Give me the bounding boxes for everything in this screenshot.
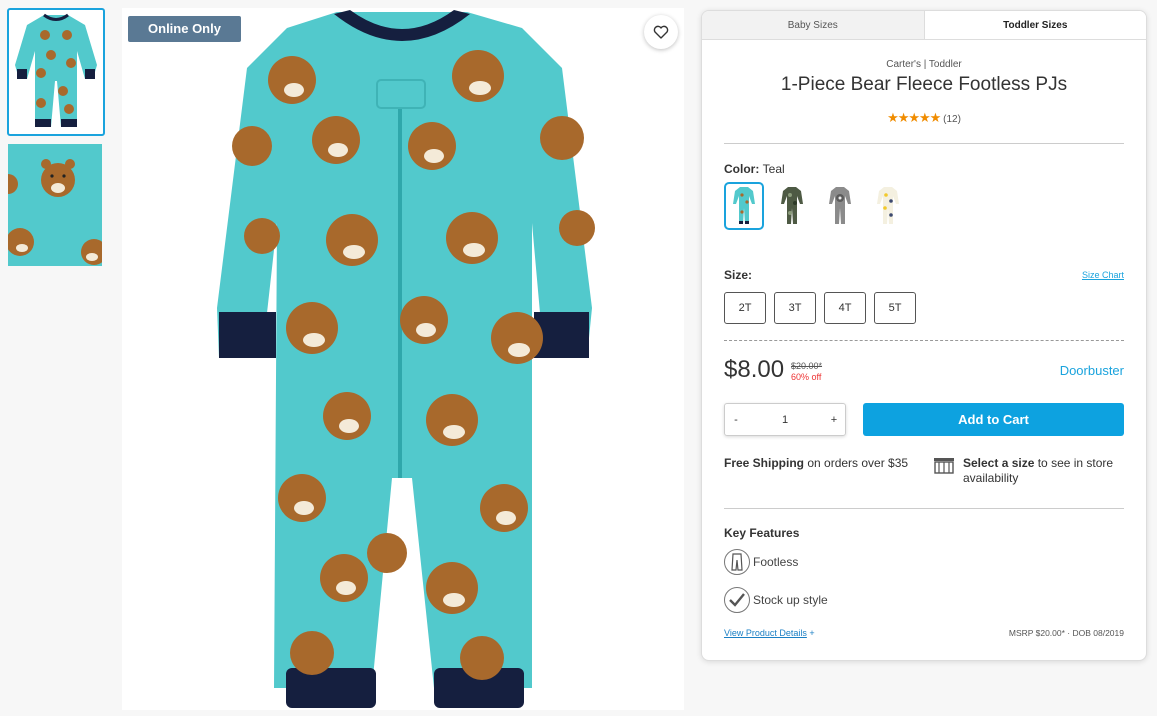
color-label: Color: Teal (724, 162, 785, 176)
original-price: $20.00* (791, 361, 823, 371)
size-chart-link[interactable]: Size Chart (1082, 270, 1124, 280)
size-option-3t[interactable]: 3T (774, 292, 816, 324)
swatch-gray-raccoon[interactable] (820, 182, 860, 230)
favorite-button[interactable] (644, 15, 678, 49)
product-brand: Carter's | Toddler (886, 59, 962, 70)
size-label: Size: (724, 268, 753, 282)
swatch-yellow-pattern[interactable] (868, 182, 908, 230)
checkmark-icon (724, 587, 750, 613)
expand-plus-icon: + (809, 628, 815, 638)
heart-icon (653, 25, 669, 39)
review-count: (12) (943, 114, 961, 125)
gray-pajama-icon (829, 187, 851, 224)
tab-baby-sizes[interactable]: Baby Sizes (702, 11, 924, 39)
size-option-4t[interactable]: 4T (824, 292, 866, 324)
teal-pajama-icon (733, 187, 755, 224)
view-product-details-link[interactable]: View Product Details + (724, 628, 815, 638)
size-option-2t[interactable]: 2T (724, 292, 766, 324)
free-shipping-note: Free Shipping on orders over $35 (724, 456, 910, 471)
free-shipping-label: Free Shipping (724, 456, 805, 470)
rating-stars: ★★★★★ (887, 110, 941, 125)
size-option-5t[interactable]: 5T (874, 292, 916, 324)
pajama-image (217, 10, 595, 708)
quantity-input[interactable]: 1 (747, 414, 823, 426)
original-price-block: $20.00* 60% off (791, 361, 822, 383)
view-product-details-label: View Product Details (724, 628, 807, 638)
feature-stock-up: Stock up style (724, 587, 828, 613)
product-hero-image: Online Only (122, 8, 684, 710)
yellow-pajama-icon (877, 187, 899, 224)
online-only-badge: Online Only (128, 16, 241, 42)
divider (724, 508, 1124, 509)
swatch-teal[interactable] (724, 182, 764, 230)
footless-icon (724, 549, 750, 575)
doorbuster-link[interactable]: Doorbuster (1060, 363, 1124, 378)
add-to-cart-button[interactable]: Add to Cart (863, 403, 1124, 436)
msrp-info: MSRP $20.00* · DOB 08/2019 (1008, 628, 1124, 638)
feature-stock-up-label: Stock up style (753, 593, 828, 607)
thumbnail-full-view[interactable] (7, 8, 105, 136)
quantity-decrease-button[interactable]: - (725, 414, 747, 426)
current-price: $8.00 (724, 356, 785, 383)
divider (724, 143, 1124, 144)
selected-color: Teal (762, 162, 785, 176)
camo-pajama-icon (781, 187, 803, 224)
store-icon (934, 458, 954, 474)
fabric-detail-image (8, 144, 102, 266)
quantity-increase-button[interactable]: + (823, 414, 845, 426)
select-size-label: Select a size (963, 456, 1035, 470)
store-availability-text: Select a size to see in store availabili… (963, 456, 1128, 486)
product-title: 1-Piece Bear Fleece Footless PJs (780, 74, 1068, 95)
free-shipping-text: on orders over $35 (804, 456, 909, 470)
thumbnail-list (7, 8, 105, 274)
color-label-text: Color: (724, 162, 760, 176)
product-rating[interactable]: ★★★★★ (12) (724, 110, 1124, 126)
dashed-divider (724, 340, 1124, 341)
tab-toddler-sizes[interactable]: Toddler Sizes (923, 11, 1146, 39)
thumbnail-detail-view[interactable] (8, 144, 102, 266)
color-swatches (724, 182, 908, 230)
pajama-thumbnail-image (15, 13, 97, 127)
size-range-tabs: Baby Sizes Toddler Sizes (702, 11, 1146, 40)
swatch-camo[interactable] (772, 182, 812, 230)
discount-percent: 60% off (791, 372, 822, 382)
key-features-title: Key Features (724, 526, 800, 540)
store-availability[interactable]: Select a size to see in store availabili… (933, 456, 1128, 486)
product-details-panel: Baby Sizes Toddler Sizes Carter's | Todd… (701, 10, 1147, 661)
feature-footless: Footless (724, 549, 798, 575)
size-options: 2T 3T 4T 5T (724, 292, 916, 324)
quantity-stepper: - 1 + (724, 403, 846, 436)
feature-footless-label: Footless (753, 555, 799, 569)
